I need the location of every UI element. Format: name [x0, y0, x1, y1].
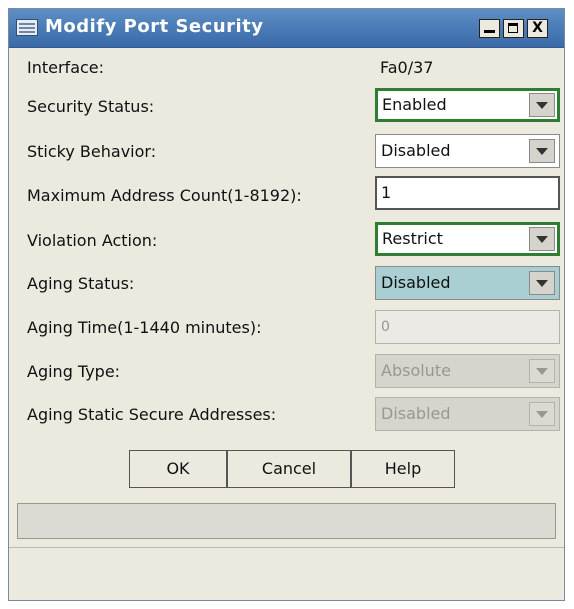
- minimize-icon: [484, 30, 495, 33]
- sticky-behavior-value: Disabled: [381, 141, 451, 160]
- aging-time-value: 0: [381, 319, 390, 335]
- aging-static-select: Disabled: [375, 397, 560, 431]
- violation-action-select[interactable]: Restrict: [375, 222, 560, 256]
- sticky-behavior-label: Sticky Behavior:: [27, 142, 157, 161]
- ok-button[interactable]: OK: [129, 450, 227, 488]
- max-address-count-value: 1: [381, 183, 392, 202]
- help-button[interactable]: Help: [351, 450, 455, 488]
- divider: [9, 547, 564, 548]
- security-status-select[interactable]: Enabled: [375, 88, 560, 122]
- violation-action-value: Restrict: [382, 229, 443, 248]
- aging-status-label: Aging Status:: [27, 274, 135, 293]
- close-button[interactable]: X: [527, 19, 548, 38]
- chevron-down-icon[interactable]: [529, 227, 555, 251]
- interface-value: Fa0/37: [380, 58, 434, 77]
- maximize-icon: [508, 23, 518, 33]
- title-bar[interactable]: Modify Port Security X: [9, 9, 564, 48]
- chevron-down-icon[interactable]: [529, 93, 555, 117]
- chevron-down-icon[interactable]: [529, 139, 555, 163]
- max-address-count-input[interactable]: 1: [375, 176, 560, 210]
- status-bar: [17, 503, 556, 539]
- chevron-down-icon: [529, 359, 555, 383]
- aging-status-select[interactable]: Disabled: [375, 266, 560, 300]
- window-title: Modify Port Security: [45, 16, 264, 37]
- max-address-count-label: Maximum Address Count(1-8192):: [27, 186, 302, 205]
- modify-port-security-dialog: Modify Port Security X Interface: Fa0/37…: [8, 8, 565, 601]
- aging-type-value: Absolute: [381, 361, 451, 380]
- aging-time-label: Aging Time(1-1440 minutes):: [27, 318, 262, 337]
- security-status-value: Enabled: [382, 95, 447, 114]
- interface-label: Interface:: [27, 58, 105, 77]
- aging-static-label: Aging Static Secure Addresses:: [27, 405, 277, 424]
- chevron-down-icon[interactable]: [529, 271, 555, 295]
- aging-type-label: Aging Type:: [27, 362, 121, 381]
- maximize-button[interactable]: [503, 19, 524, 38]
- aging-static-value: Disabled: [381, 404, 451, 423]
- cancel-button[interactable]: Cancel: [227, 450, 351, 488]
- aging-time-input: 0: [375, 310, 560, 344]
- window-menu-icon[interactable]: [16, 19, 38, 36]
- close-icon: X: [532, 20, 543, 36]
- aging-status-value: Disabled: [381, 273, 451, 292]
- aging-type-select: Absolute: [375, 354, 560, 388]
- chevron-down-icon: [529, 402, 555, 426]
- violation-action-label: Violation Action:: [27, 231, 158, 250]
- security-status-label: Security Status:: [27, 97, 155, 116]
- minimize-button[interactable]: [479, 19, 500, 38]
- sticky-behavior-select[interactable]: Disabled: [375, 134, 560, 168]
